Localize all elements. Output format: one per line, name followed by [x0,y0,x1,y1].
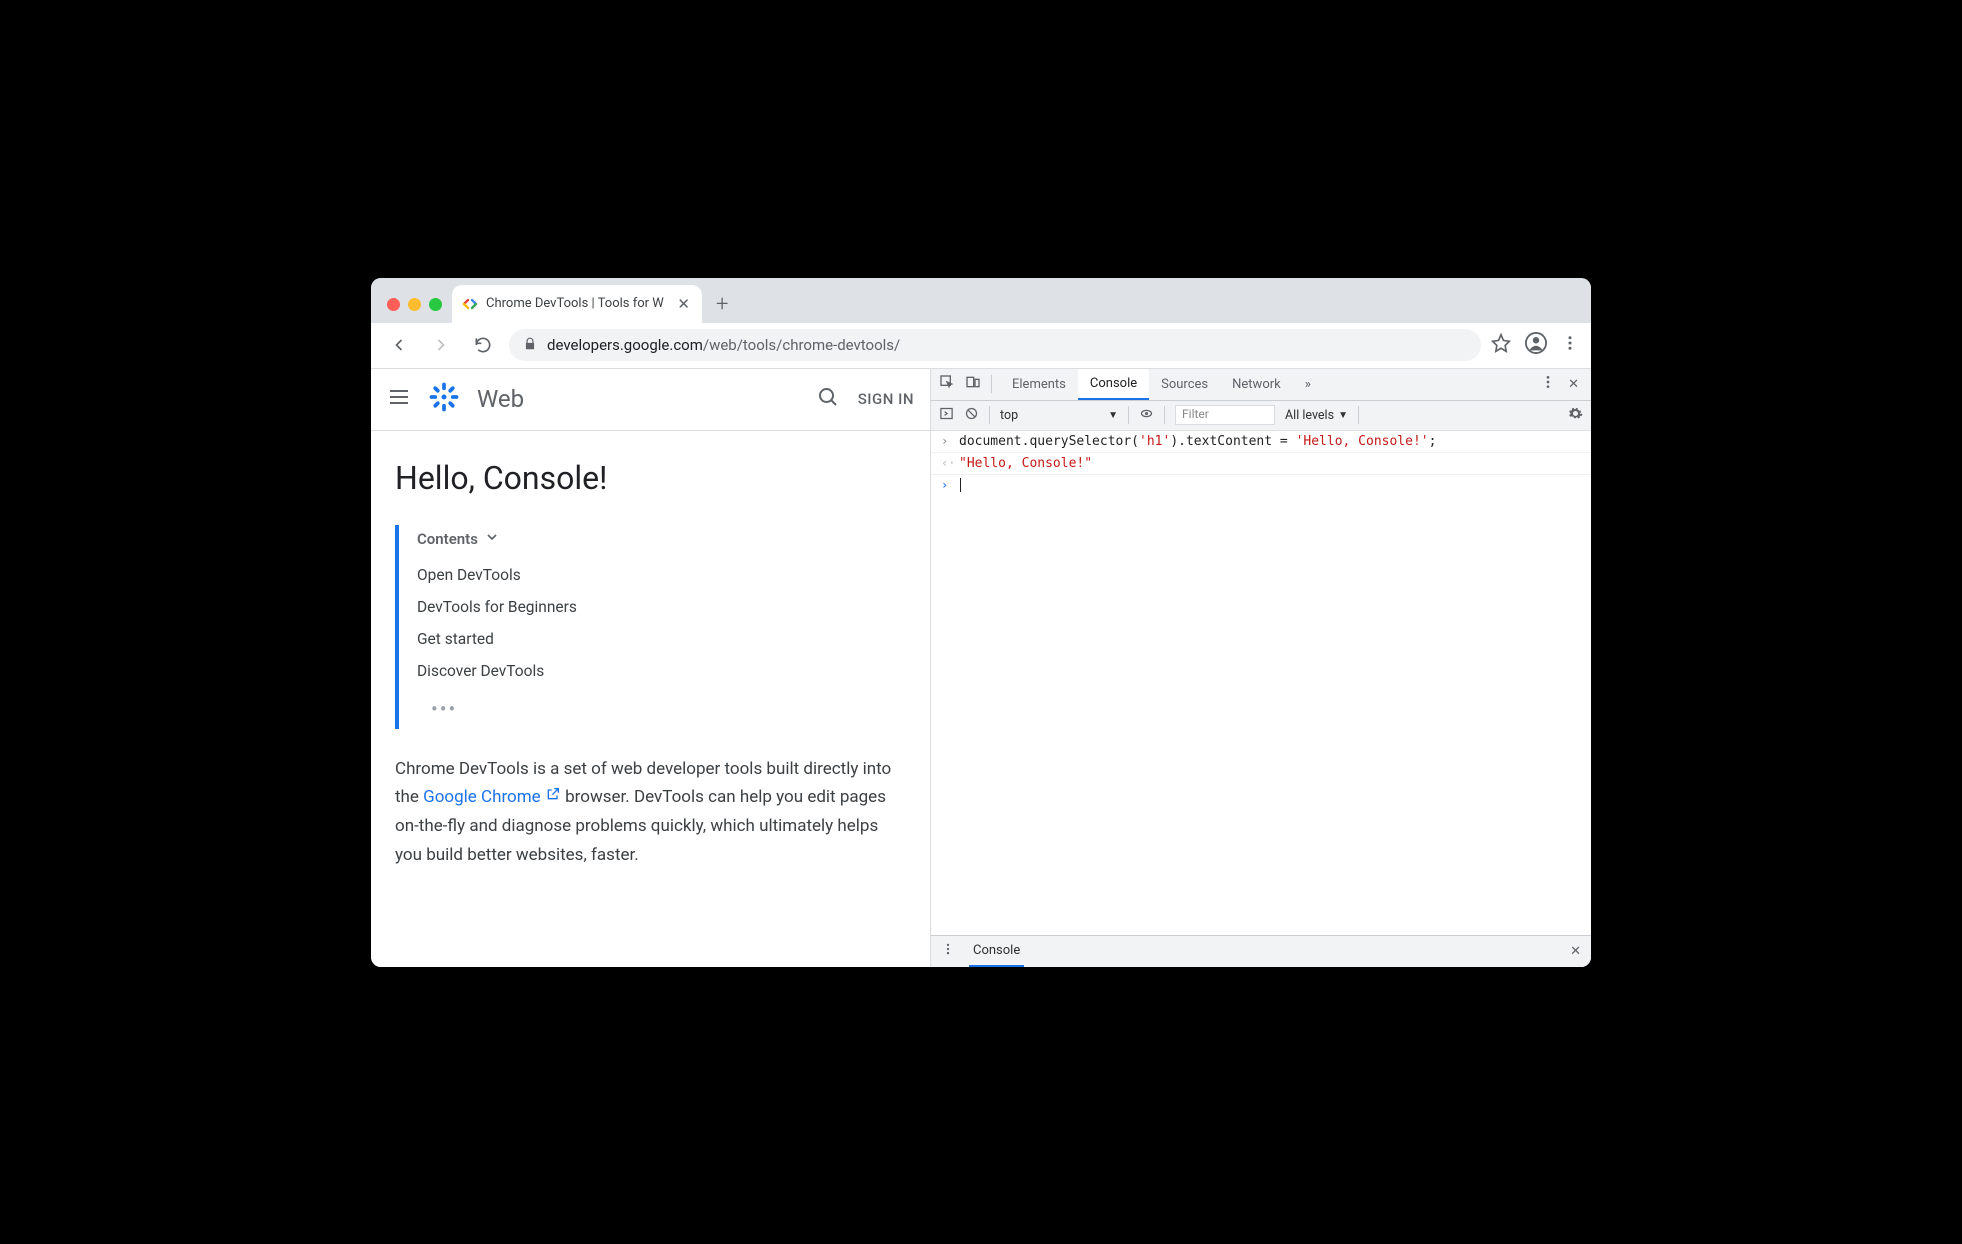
live-expression-icon[interactable] [1139,406,1154,425]
site-brand: Web [477,385,798,413]
close-drawer-icon[interactable]: ✕ [1570,944,1581,959]
dropdown-triangle-icon: ▼ [1108,410,1118,421]
chrome-link[interactable]: Google Chrome [423,787,561,807]
log-levels-selector[interactable]: All levels ▼ [1285,408,1348,423]
inspect-element-icon[interactable] [939,374,955,394]
favicon-icon [462,296,478,312]
toc-more-icon[interactable]: ••• [417,687,906,725]
signin-link[interactable]: SIGN IN [858,390,914,408]
new-tab-button[interactable]: + [702,292,742,323]
devtools-drawer: Console ✕ [931,935,1591,967]
reload-button[interactable] [467,329,499,361]
tab-network[interactable]: Network [1220,369,1293,400]
drawer-menu-icon[interactable] [941,942,955,960]
prompt-caret-icon: › [941,478,951,492]
chevron-down-icon [484,529,500,549]
levels-label: All levels [1285,408,1334,423]
table-of-contents: Contents Open DevTools DevTools for Begi… [395,525,906,729]
hamburger-menu-icon[interactable] [387,385,411,413]
browser-menu-icon[interactable] [1561,334,1579,356]
maximize-window-button[interactable] [429,298,442,311]
close-devtools-icon[interactable]: ✕ [1568,377,1579,392]
tabs-overflow-icon[interactable]: » [1293,369,1323,400]
console-toolbar: top ▼ Filter All levels ▼ [931,401,1591,431]
devtools-pane: Elements Console Sources Network » ✕ [931,369,1591,967]
intro-paragraph: Chrome DevTools is a set of web develope… [395,755,906,871]
toc-item[interactable]: DevTools for Beginners [417,591,906,623]
back-button[interactable] [383,329,415,361]
execution-context-selector[interactable]: top ▼ [1000,408,1118,423]
tab-title: Chrome DevTools | Tools for W [486,296,667,311]
toc-label: Contents [417,530,478,548]
toc-item[interactable]: Open DevTools [417,559,906,591]
browser-tab[interactable]: Chrome DevTools | Tools for W ✕ [452,285,702,323]
console-sidebar-toggle-icon[interactable] [939,406,954,425]
page-pane: Web SIGN IN Hello, Console! Contents Ope… [371,369,931,967]
forward-button[interactable] [425,329,457,361]
output-caret-icon: ‹· [941,456,951,470]
console-input-line: › document.querySelector('h1').textConte… [931,431,1591,453]
context-label: top [1000,408,1018,423]
brand-logo-icon [429,382,459,416]
console-result: "Hello, Console!" [959,456,1092,471]
console-output-line: ‹· "Hello, Console!" [931,453,1591,475]
drawer-tab-console[interactable]: Console [969,936,1024,967]
external-link-icon [545,783,561,812]
input-caret-icon: › [941,434,951,448]
profile-avatar-icon[interactable] [1525,332,1547,358]
content-area: Web SIGN IN Hello, Console! Contents Ope… [371,369,1591,967]
device-toolbar-icon[interactable] [965,374,981,394]
minimize-window-button[interactable] [408,298,421,311]
toc-item[interactable]: Get started [417,623,906,655]
close-tab-icon[interactable]: ✕ [675,293,692,315]
search-icon[interactable] [816,385,840,413]
console-settings-icon[interactable] [1568,406,1583,425]
console-output[interactable]: › document.querySelector('h1').textConte… [931,431,1591,935]
devtools-menu-icon[interactable] [1540,374,1556,394]
page-title: Hello, Console! [395,459,906,497]
tab-sources[interactable]: Sources [1149,369,1220,400]
browser-window: Chrome DevTools | Tools for W ✕ + develo… [371,278,1591,967]
bookmark-star-icon[interactable] [1491,333,1511,357]
browser-toolbar: developers.google.com/web/tools/chrome-d… [371,323,1591,369]
lock-icon [523,336,537,355]
devtools-tabs: Elements Console Sources Network » ✕ [931,369,1591,401]
site-header: Web SIGN IN [371,369,930,431]
console-prompt-line[interactable]: › [931,475,1591,496]
text-cursor [960,478,961,492]
tab-elements[interactable]: Elements [1000,369,1078,400]
filter-input[interactable]: Filter [1175,405,1275,425]
console-code: document.querySelector('h1').textContent… [959,434,1436,449]
toc-header[interactable]: Contents [417,529,906,549]
tab-strip: Chrome DevTools | Tools for W ✕ + [371,278,1591,323]
clear-console-icon[interactable] [964,406,979,425]
address-bar[interactable]: developers.google.com/web/tools/chrome-d… [509,329,1481,361]
close-window-button[interactable] [387,298,400,311]
tab-console[interactable]: Console [1078,369,1149,400]
window-controls [383,298,452,323]
url-text: developers.google.com/web/tools/chrome-d… [547,336,900,354]
toc-item[interactable]: Discover DevTools [417,655,906,687]
dropdown-triangle-icon: ▼ [1338,410,1348,421]
